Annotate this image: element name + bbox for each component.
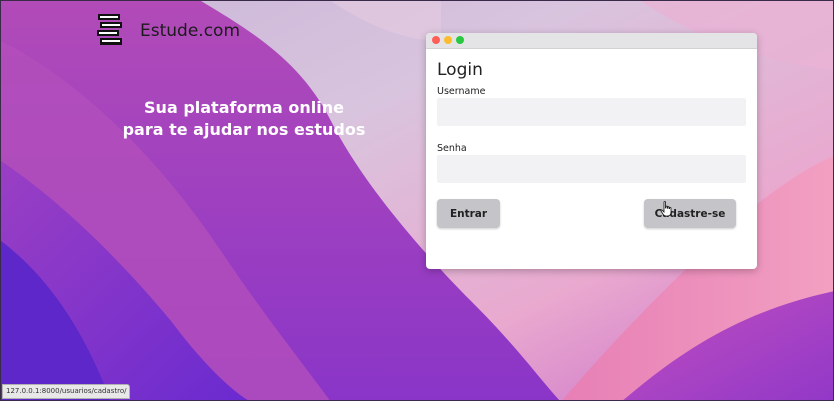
status-bar-url: 127.0.0.1:8000/usuarios/cadastro/ bbox=[2, 384, 131, 399]
login-button[interactable]: Entrar bbox=[437, 199, 500, 228]
tagline-line-2: para te ajudar nos estudos bbox=[122, 120, 366, 139]
username-label: Username bbox=[437, 86, 486, 97]
login-title: Login bbox=[437, 60, 483, 80]
hand-pointer-cursor-icon bbox=[660, 201, 672, 217]
close-dot-icon bbox=[432, 36, 440, 44]
maximize-dot-icon bbox=[456, 36, 464, 44]
signup-button[interactable]: Cadastre-se bbox=[644, 199, 736, 228]
window-titlebar bbox=[426, 33, 757, 49]
browser-viewport: Estude.com Sua plataforma online para te… bbox=[0, 0, 834, 401]
minimize-dot-icon bbox=[444, 36, 452, 44]
password-label: Senha bbox=[437, 143, 467, 154]
login-card: Login Username Senha Entrar Cadastre-se bbox=[426, 33, 757, 269]
books-stack-icon bbox=[97, 14, 122, 45]
password-input[interactable] bbox=[437, 155, 746, 183]
site-name[interactable]: Estude.com bbox=[140, 21, 240, 41]
hero-tagline: Sua plataforma online para te ajudar nos… bbox=[101, 97, 387, 141]
tagline-line-1: Sua plataforma online bbox=[144, 98, 344, 117]
username-input[interactable] bbox=[437, 98, 746, 126]
